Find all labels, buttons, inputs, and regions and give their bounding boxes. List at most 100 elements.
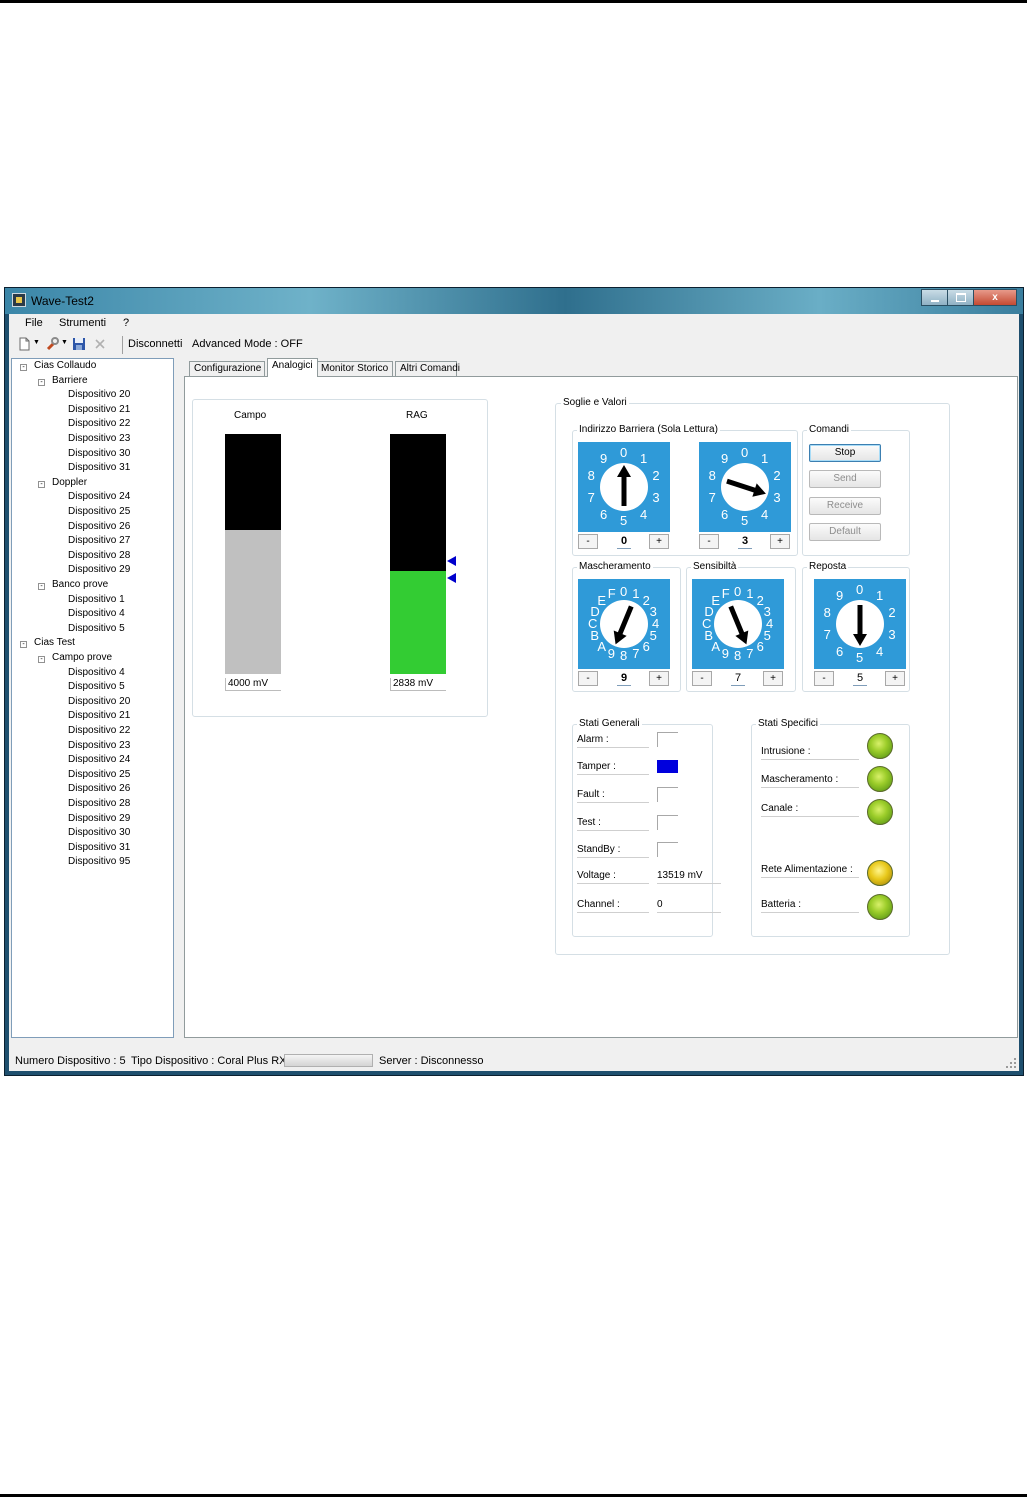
tree-item-group[interactable]: Barriere <box>52 375 88 386</box>
dial-pointer-icon <box>853 605 867 646</box>
wrench-icon[interactable] <box>45 337 59 351</box>
tree-item-device[interactable]: Dispositivo 31 <box>68 842 130 853</box>
disconnect-button[interactable]: Disconnetti <box>128 338 182 350</box>
tree-expander-icon[interactable]: - <box>38 480 45 488</box>
tree-item-device[interactable]: Dispositivo 24 <box>68 754 130 765</box>
title-bar[interactable]: Wave-Test2 x <box>5 288 1023 314</box>
intrusione-label: Intrusione : <box>761 746 859 760</box>
tree-item-device[interactable]: Dispositivo 22 <box>68 418 130 429</box>
tree-item-device[interactable]: Dispositivo 29 <box>68 564 130 575</box>
tree-item-device[interactable]: Dispositivo 29 <box>68 813 130 824</box>
campo-value: 4000 mV <box>225 678 281 691</box>
tree-item-device[interactable]: Dispositivo 1 <box>68 594 125 605</box>
address-2-minus-button[interactable]: - <box>699 534 719 549</box>
address-stepper-2: - 3 + <box>699 534 791 549</box>
maximize-button[interactable] <box>947 289 974 306</box>
tree-item-device[interactable]: Dispositivo 20 <box>68 696 130 707</box>
tree-item-device[interactable]: Dispositivo 21 <box>68 404 130 415</box>
resize-grip-icon[interactable] <box>1005 1057 1017 1069</box>
dial-pointer-icon <box>726 478 766 497</box>
delete-icon[interactable] <box>93 337 107 351</box>
tree-item-device[interactable]: Dispositivo 25 <box>68 506 130 517</box>
tree-item-group[interactable]: Banco prove <box>52 579 108 590</box>
tree-item-device[interactable]: Dispositivo 22 <box>68 725 130 736</box>
tree-expander-icon[interactable]: - <box>20 641 27 649</box>
window-controls: x <box>921 289 1017 306</box>
intrusione-led <box>867 733 893 759</box>
menu-strumenti[interactable]: Strumenti <box>59 317 106 329</box>
address-dial-2[interactable]: 0123456789 <box>699 442 791 532</box>
new-document-icon[interactable] <box>17 337 31 351</box>
address-1-minus-button[interactable]: - <box>578 534 598 549</box>
sensibilita-dial[interactable]: 0123456789ABCDEF <box>692 579 784 669</box>
soglie-valori-group: Soglie e Valori Indirizzo Barriera (Sola… <box>555 397 950 955</box>
tree-item-device[interactable]: Dispositivo 5 <box>68 623 125 634</box>
dial-pointer-icon <box>728 605 749 645</box>
sensibilita-plus-button[interactable]: + <box>763 671 783 686</box>
tree-item-device[interactable]: Dispositivo 20 <box>68 389 130 400</box>
risposta-dial[interactable]: 0123456789 <box>814 579 906 669</box>
address-2-plus-button[interactable]: + <box>770 534 790 549</box>
tree-expander-icon[interactable]: - <box>38 378 45 386</box>
risposta-title: Reposta <box>807 561 849 572</box>
receive-button[interactable]: Receive <box>809 497 881 515</box>
tree-item-device[interactable]: Dispositivo 4 <box>68 608 125 619</box>
tree-item-device[interactable]: Dispositivo 21 <box>68 710 130 721</box>
rag-threshold-markers[interactable] <box>446 556 458 586</box>
risposta-plus-button[interactable]: + <box>885 671 905 686</box>
tree-item-group[interactable]: Doppler <box>52 477 87 488</box>
tree-expander-icon[interactable]: - <box>38 583 45 590</box>
mascheramento-minus-button[interactable]: - <box>578 671 598 686</box>
mascheramento-plus-button[interactable]: + <box>649 671 669 686</box>
send-button[interactable]: Send <box>809 470 881 488</box>
tree-item-device[interactable]: Dispositivo 4 <box>68 667 125 678</box>
address-dial-1[interactable]: 0123456789 <box>578 442 670 532</box>
stop-button[interactable]: Stop <box>809 444 881 462</box>
sensibilita-minus-button[interactable]: - <box>692 671 712 686</box>
tree-expander-icon[interactable]: - <box>20 364 27 371</box>
campo-bar-fill <box>225 530 281 674</box>
save-icon[interactable] <box>72 337 86 351</box>
tree-item-device[interactable]: Dispositivo 24 <box>68 491 130 502</box>
tab-altri-comandi[interactable]: Altri Comandi <box>395 361 460 376</box>
tree-item-device[interactable]: Dispositivo 27 <box>68 535 130 546</box>
tree-item-device[interactable]: Dispositivo 26 <box>68 783 130 794</box>
menu-help[interactable]: ? <box>123 317 129 329</box>
menu-file[interactable]: File <box>25 317 43 329</box>
risposta-minus-button[interactable]: - <box>814 671 834 686</box>
tab-configurazione[interactable]: Configurazione <box>189 361 265 376</box>
tree-item-device[interactable]: Dispositivo 28 <box>68 798 130 809</box>
tree-expander-icon[interactable]: - <box>38 656 45 663</box>
tree-item-device[interactable]: Dispositivo 26 <box>68 521 130 532</box>
tree-item-device[interactable]: Dispositivo 5 <box>68 681 125 692</box>
address-1-value: 0 <box>617 535 631 549</box>
tab-analogici[interactable]: Analogici <box>267 358 318 377</box>
threshold-marker-high-icon <box>447 556 456 566</box>
tree-item-device[interactable]: Dispositivo 23 <box>68 433 130 444</box>
mascheramento-dial[interactable]: 0123456789ABCDEF <box>578 579 670 669</box>
minimize-button[interactable] <box>921 289 948 306</box>
tree-item-group[interactable]: Cias Test <box>34 637 75 648</box>
new-dropdown-icon[interactable]: ▼ <box>33 339 40 346</box>
close-button[interactable]: x <box>973 289 1017 306</box>
tree-item-device[interactable]: Dispositivo 95 <box>68 856 130 867</box>
fault-label: Fault : <box>577 789 649 803</box>
wrench-dropdown-icon[interactable]: ▼ <box>61 339 68 346</box>
address-2-value: 3 <box>738 535 752 549</box>
tree-item-device[interactable]: Dispositivo 25 <box>68 769 130 780</box>
device-type-status: Tipo Dispositivo : Coral Plus RX <box>131 1055 287 1067</box>
tree-item-device[interactable]: Dispositivo 28 <box>68 550 130 561</box>
tab-monitor-storico[interactable]: Monitor Storico <box>316 361 393 376</box>
tree-item-device[interactable]: Dispositivo 30 <box>68 827 130 838</box>
tree-item-device[interactable]: Dispositivo 30 <box>68 448 130 459</box>
tree-item-group[interactable]: Cias Collaudo <box>34 360 96 371</box>
device-tree[interactable]: - Cias Collaudo - Barriere Dispositivo 20 Dis… <box>11 358 174 1038</box>
rag-label: RAG <box>406 410 428 421</box>
address-1-plus-button[interactable]: + <box>649 534 669 549</box>
tree-item-device[interactable]: Dispositivo 31 <box>68 462 130 473</box>
tree-item-device[interactable]: Dispositivo 23 <box>68 740 130 751</box>
tree-item-group[interactable]: Campo prove <box>52 652 112 663</box>
mascheramento-stepper: - 9 + <box>578 671 670 686</box>
default-button[interactable]: Default <box>809 523 881 541</box>
advanced-mode-label[interactable]: Advanced Mode : OFF <box>192 338 303 350</box>
